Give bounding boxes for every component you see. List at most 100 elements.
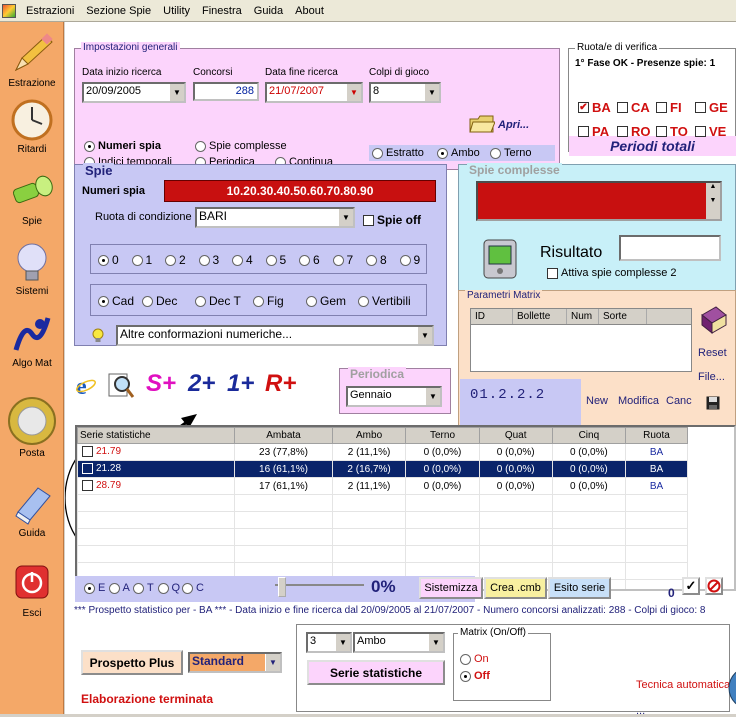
sidebar-item-esci[interactable]: Esci [0,562,64,619]
wheel-checkbox-ge[interactable]: GE [695,100,728,115]
wheel-checkbox-fi[interactable]: FI [656,100,682,115]
wheel-checkbox-ro[interactable]: RO [617,124,651,139]
serie-statistiche-button[interactable]: Serie statistiche [307,660,445,685]
grid-header-cinq[interactable]: Cinq [551,427,626,444]
r-plus-button[interactable]: R+ [265,370,296,398]
digit-radio-0[interactable]: 0 [98,253,119,267]
sidebar-item-sistemi[interactable]: Sistemi [0,240,64,297]
altre-conformazioni-select[interactable]: Altre conformazioni numeriche... ▼ [116,325,434,346]
matrix-table[interactable]: ID Bollette Num Sorte [470,308,692,372]
table-row[interactable]: 21.79 23 (77,8%) 2 (11,1%) 0 (0,0%) 0 (0,0%)… [77,443,689,461]
sorte-radio-t[interactable]: T [133,582,154,594]
digit-radio-8[interactable]: 8 [366,253,387,267]
sorte-radio-q[interactable]: Q [157,582,180,594]
mode-radio-fig[interactable]: Fig [253,294,284,308]
sidebar-item-spie[interactable]: Spie [0,170,64,227]
num-select[interactable]: 3 ▼ [306,632,352,653]
radio-matrix-off[interactable]: Off [460,670,490,682]
digit-radio-1[interactable]: 1 [131,253,152,267]
start-date-select[interactable]: 20/09/2005 ▼ [82,82,186,103]
standard-select[interactable]: Standard ▼ [188,652,282,673]
book-icon[interactable] [698,305,728,335]
sidebar-item-guida[interactable]: Guida [0,482,64,539]
digit-radio-5[interactable]: 5 [265,253,286,267]
radio-terno[interactable]: Terno [490,147,532,159]
table-row[interactable]: 21.28 16 (61,1%) 2 (16,7%) 0 (0,0%) 0 (0,0%)… [77,460,689,478]
grid-header-ruota[interactable]: Ruota [624,427,689,444]
risultato-field[interactable] [619,235,721,261]
modifica-link[interactable]: Modifica [618,395,659,407]
digit-radio-9[interactable]: 9 [399,253,420,267]
canc-link[interactable]: Canc [666,395,692,407]
digit-radio-2[interactable]: 2 [165,253,186,267]
menu-estrazioni[interactable]: Estrazioni [20,1,80,21]
prospetto-plus-button[interactable]: Prospetto Plus [81,650,183,675]
sorte-radio-e[interactable]: E [84,582,105,594]
wheel-checkbox-ve[interactable]: VE [695,124,726,139]
file-link[interactable]: File... [698,371,725,383]
cancel-icon[interactable] [705,577,723,595]
menu-guida[interactable]: Guida [248,1,289,21]
ruota-condizione-select[interactable]: BARI ▼ [195,207,355,228]
radio-estratto[interactable]: Estratto [372,147,424,159]
table-row[interactable]: 28.79 17 (61,1%) 2 (11,1%) 0 (0,0%) 0 (0,0%)… [77,477,689,495]
menu-utility[interactable]: Utility [157,1,196,21]
radio-ambo[interactable]: Ambo [437,147,480,159]
digit-radio-4[interactable]: 4 [232,253,253,267]
scroll-arrows-icon[interactable]: ▲ ▼ [706,183,720,219]
mode-radio-dec[interactable]: Dec [142,294,177,308]
check-button[interactable]: ✓ [682,577,700,595]
sidebar-item-algo-mat[interactable]: Algo Mat [0,312,64,369]
table-row[interactable] [77,528,689,546]
row-checkbox[interactable] [82,446,93,458]
sidebar-item-ritardi[interactable]: Ritardi [0,98,64,155]
grid-header-terno[interactable]: Terno [405,427,480,444]
concorsi-field[interactable]: 288 [193,82,259,101]
target-icon[interactable] [727,665,736,711]
slider-track[interactable] [275,584,364,586]
sorte-radio-a[interactable]: A [108,582,130,594]
colpi-select[interactable]: 8 ▼ [369,82,441,103]
grid-header-quat[interactable]: Quat [478,427,553,444]
periodi-totali[interactable]: Periodi totali [569,136,736,156]
mode-radio-vertibili[interactable]: Vertibili [358,294,411,308]
sidebar-item-posta[interactable]: Posta [0,396,64,459]
grid-header-serie-statistiche[interactable]: Serie statistiche [77,427,236,444]
mode-radio-dec-t[interactable]: Dec T [195,294,241,308]
reset-link[interactable]: Reset [698,347,727,359]
new-link[interactable]: New [586,395,608,407]
row-checkbox[interactable] [82,480,93,492]
esito-serie-button[interactable]: Esito serie [548,577,611,599]
sorte-select[interactable]: Ambo ▼ [353,632,445,653]
grid-header-ambo[interactable]: Ambo [331,427,407,444]
crea-cmb-button[interactable]: Crea .cmb [484,577,547,599]
radio-spie-complesse[interactable]: Spie complesse [195,140,287,152]
menu-finestra[interactable]: Finestra [196,1,248,21]
spie-complesse-field[interactable]: ▲ ▼ [476,181,722,221]
menu-about[interactable]: About [289,1,330,21]
save-icon[interactable] [706,396,720,410]
end-date-select[interactable]: 21/07/2007 ▼ [265,82,363,103]
slider-handle[interactable] [278,577,286,597]
table-row[interactable] [77,494,689,512]
sorte-radio-c[interactable]: C [182,582,204,594]
numeri-spia-field[interactable]: 10.20.30.40.50.60.70.80.90 [164,180,436,202]
mode-radio-cad[interactable]: Cad [98,294,134,308]
table-row[interactable] [77,545,689,563]
spie-off-checkbox[interactable]: Spie off [363,213,421,227]
wheel-checkbox-ca[interactable]: CA [617,100,650,115]
sidebar-item-estrazione[interactable]: Estrazione [0,32,64,89]
sistemizza-button[interactable]: Sistemizza [419,577,483,599]
digit-radio-6[interactable]: 6 [299,253,320,267]
open-folder-icon[interactable] [469,113,496,133]
table-row[interactable] [77,511,689,529]
periodica-select[interactable]: Gennaio ▼ [346,386,442,407]
attiva-spie-complesse-checkbox[interactable]: Attiva spie complesse 2 [547,267,677,279]
mode-radio-gem[interactable]: Gem [306,294,346,308]
digit-radio-3[interactable]: 3 [198,253,219,267]
radio-matrix-on[interactable]: On [460,653,489,665]
serie-grid[interactable]: Serie statistiche Ambata Ambo Terno Quat Cinq… [75,425,736,591]
radio-numeri-spia[interactable]: Numeri spia [84,140,161,152]
row-checkbox[interactable] [82,463,93,475]
menu-sezione-spie[interactable]: Sezione Spie [80,1,157,21]
